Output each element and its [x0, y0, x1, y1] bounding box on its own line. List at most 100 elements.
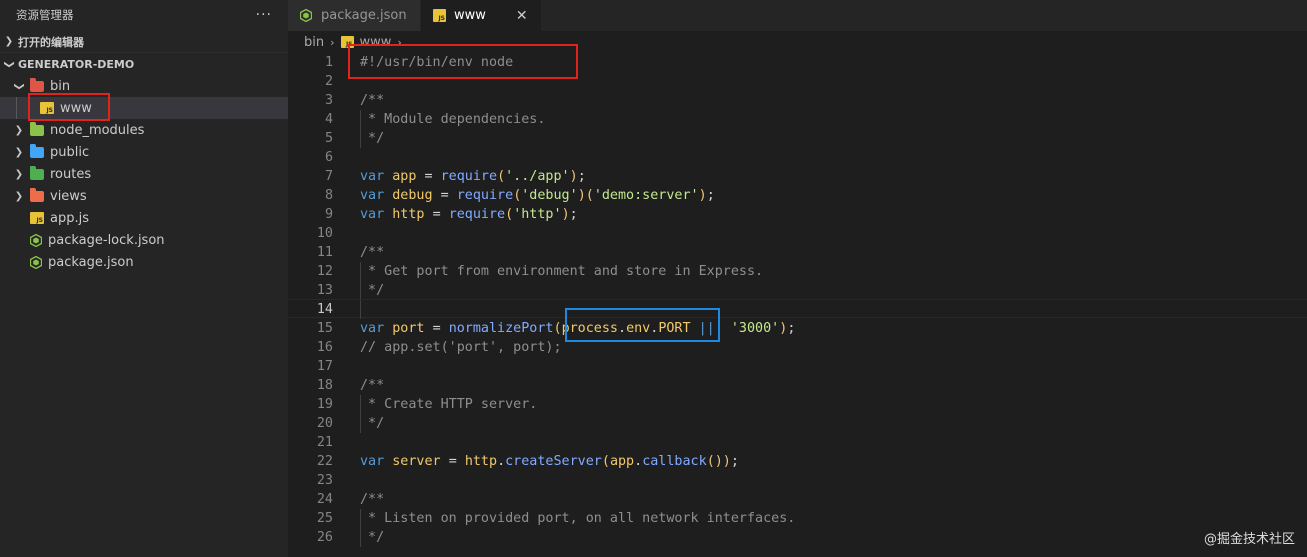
code-line-current: 14 [288, 299, 1307, 319]
code-editor[interactable]: 1 #!/usr/bin/env node 2 3 /** 4 * Module d… [288, 53, 1307, 557]
code-line: 18 /** [288, 376, 1307, 395]
tab-label: package.json [321, 8, 407, 23]
code-line: 21 [288, 433, 1307, 452]
code-line: 13 */ [288, 281, 1307, 300]
code-line: 17 [288, 357, 1307, 376]
code-text: * Listen on provided port, on all networ… [360, 511, 796, 526]
code-line: 16 // app.set('port', port); [288, 338, 1307, 357]
code-text: */ [360, 530, 385, 545]
more-actions-icon[interactable]: ··· [256, 7, 272, 23]
code-line: 25 * Listen on provided port, on all net… [288, 509, 1307, 528]
tab-package-json[interactable]: package.json [288, 0, 421, 31]
line-number: 3 [324, 93, 333, 108]
line-number: 19 [316, 397, 333, 412]
code-line: 7 var app = require('../app'); [288, 167, 1307, 186]
code-line: 20 */ [288, 414, 1307, 433]
line-number: 14 [316, 302, 333, 317]
code-text: */ [360, 131, 385, 146]
line-number: 8 [324, 188, 333, 203]
tree-item-label: app.js [50, 210, 89, 226]
editor-tab-bar: package.json www ✕ [288, 0, 1307, 31]
js-file-icon [30, 212, 44, 224]
line-number: 24 [316, 492, 333, 507]
line-number: 18 [316, 378, 333, 393]
code-line: 3 /** [288, 91, 1307, 110]
line-number: 10 [316, 226, 333, 241]
tree-item-views[interactable]: ❯ views [0, 185, 288, 207]
code-line: 24 /** [288, 490, 1307, 509]
tree-item-label: routes [50, 166, 92, 182]
code-line: 8 var debug = require('debug')('demo:serv… [288, 186, 1307, 205]
line-number: 22 [316, 454, 333, 469]
code-line: 9 var http = require('http'); [288, 205, 1307, 224]
tree-item-package-json[interactable]: package.json [0, 251, 288, 273]
code-text: /** [360, 93, 385, 108]
chevron-right-icon: ❯ [14, 124, 24, 136]
tree-item-bin[interactable]: ❯ bin [0, 75, 288, 97]
tree-item-routes[interactable]: ❯ routes [0, 163, 288, 185]
tree-item-label: www [60, 100, 92, 116]
open-editors-section[interactable]: ❯ 打开的编辑器 [0, 31, 288, 53]
code-line: 15 var port = normalizePort(process.env.P… [288, 319, 1307, 338]
breadcrumb-separator: › [397, 35, 402, 49]
tab-www[interactable]: www ✕ [421, 0, 542, 31]
chevron-down-icon: ❯ [13, 81, 25, 91]
line-number: 26 [316, 530, 333, 545]
tree-item-label: public [50, 144, 90, 160]
code-line: 2 [288, 72, 1307, 91]
code-line: 4 * Module dependencies. [288, 110, 1307, 129]
code-text: * Get port from environment and store in… [360, 264, 764, 279]
folder-public-icon [30, 143, 44, 158]
code-line: 1 #!/usr/bin/env node [288, 53, 1307, 72]
line-number: 21 [316, 435, 333, 450]
code-line: 12 * Get port from environment and store… [288, 262, 1307, 281]
code-text: var port = normalizePort(process.env.POR… [360, 321, 796, 336]
tree-item-public[interactable]: ❯ public [0, 141, 288, 163]
line-number: 12 [316, 264, 333, 279]
close-icon[interactable]: ✕ [516, 8, 528, 24]
code-text: var app = require('../app'); [360, 169, 586, 184]
project-label: GENERATOR-DEMO [18, 57, 135, 71]
code-text: var http = require('http'); [360, 207, 578, 222]
project-section[interactable]: ❯ GENERATOR-DEMO [0, 53, 288, 75]
code-text: /** [360, 378, 385, 393]
folder-routes-icon [30, 165, 44, 180]
code-text: /** [360, 492, 385, 507]
code-line: 22 var server = http.createServer(app.cal… [288, 452, 1307, 471]
watermark: @掘金技术社区 [1203, 532, 1295, 547]
line-number: 2 [324, 74, 333, 89]
tree-item-www[interactable]: www [0, 97, 288, 119]
code-text: */ [360, 283, 385, 298]
explorer-title: 资源管理器 [16, 8, 74, 22]
node-json-icon [29, 255, 43, 269]
folder-bin-icon [30, 77, 44, 92]
tree-item-node-modules[interactable]: ❯ node_modules [0, 119, 288, 141]
breadcrumb-item-bin[interactable]: bin [304, 35, 324, 50]
tree-item-package-lock-json[interactable]: package-lock.json [0, 229, 288, 251]
chevron-down-icon: ❯ [3, 59, 15, 69]
code-line: 26 */ [288, 528, 1307, 547]
line-number: 17 [316, 359, 333, 374]
open-editors-label: 打开的编辑器 [18, 35, 84, 49]
breadcrumb-item-symbols[interactable]: ... [408, 35, 420, 50]
code-text: #!/usr/bin/env node [360, 55, 514, 70]
breadcrumb-item-www[interactable]: www [360, 35, 392, 50]
tree-item-app-js[interactable]: app.js [0, 207, 288, 229]
line-number: 4 [324, 112, 333, 127]
breadcrumb: bin › www › ... [304, 31, 420, 53]
tree-item-label: package.json [48, 254, 134, 270]
js-file-icon [40, 102, 54, 114]
tree-item-label: bin [50, 78, 71, 94]
code-line: 6 [288, 148, 1307, 167]
chevron-right-icon: ❯ [4, 36, 14, 47]
line-number: 23 [316, 473, 333, 488]
line-number: 1 [324, 55, 333, 70]
code-text: */ [360, 416, 385, 431]
tree-item-label: node_modules [50, 122, 145, 138]
code-text: * Module dependencies. [360, 112, 546, 127]
code-line: 19 * Create HTTP server. [288, 395, 1307, 414]
line-number: 9 [324, 207, 333, 222]
indent-guide [16, 97, 17, 119]
code-text: var debug = require('debug')('demo:serve… [360, 188, 715, 203]
node-json-icon [29, 233, 43, 247]
